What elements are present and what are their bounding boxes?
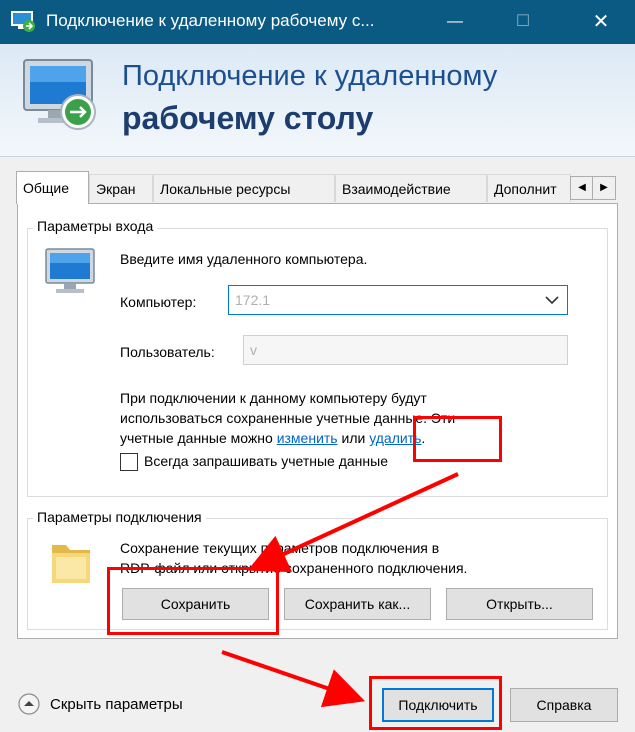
annotation-arrows xyxy=(221,472,459,708)
annotation-arrow-to-save xyxy=(247,472,459,573)
annotation-arrow-to-connect xyxy=(221,650,366,708)
tab-general[interactable]: Общие xyxy=(16,171,89,204)
